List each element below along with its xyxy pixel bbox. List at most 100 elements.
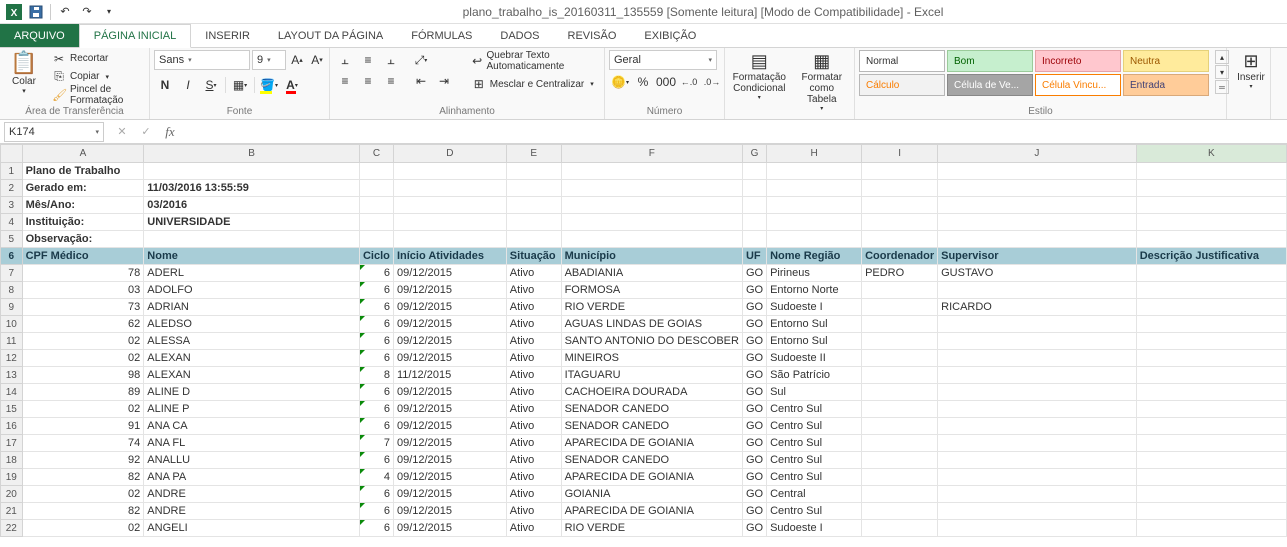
cell[interactable] [862,367,938,384]
cell[interactable] [561,163,742,180]
font-size-combo[interactable]: 9▾ [252,50,286,70]
cell[interactable]: 09/12/2015 [393,469,506,486]
row-header[interactable]: 22 [1,520,23,537]
cell[interactable]: Ativo [506,384,561,401]
cell[interactable] [938,486,1137,503]
style-cell[interactable]: Célula de Ve... [947,74,1033,96]
cell[interactable]: Supervisor [938,248,1137,265]
cell[interactable] [767,214,862,231]
cell[interactable]: ANALLU [144,452,360,469]
cell[interactable]: Sudoeste II [767,350,862,367]
row-header[interactable]: 14 [1,384,23,401]
row-header[interactable]: 21 [1,503,23,520]
cell[interactable]: 09/12/2015 [393,503,506,520]
cell[interactable] [742,197,766,214]
bold-button[interactable]: N [154,75,176,95]
cell[interactable]: GO [742,282,766,299]
row-header[interactable]: 6 [1,248,23,265]
cell[interactable]: 82 [22,469,144,486]
cell[interactable]: 6 [359,299,393,316]
cell[interactable] [862,316,938,333]
cell[interactable]: 89 [22,384,144,401]
row-header[interactable]: 1 [1,163,23,180]
cell[interactable]: Gerado em: [22,180,144,197]
row-header[interactable]: 16 [1,418,23,435]
style-cell[interactable]: Cálculo [859,74,945,96]
cell[interactable]: GO [742,503,766,520]
cell[interactable]: Ativo [506,367,561,384]
cell[interactable]: APARECIDA DE GOIANIA [561,435,742,452]
cell[interactable]: Ativo [506,350,561,367]
cell[interactable]: 02 [22,333,144,350]
cell[interactable]: GO [742,469,766,486]
cell[interactable] [506,214,561,231]
row-header[interactable]: 7 [1,265,23,282]
cell[interactable]: 4 [359,469,393,486]
tab-data[interactable]: DADOS [486,24,553,47]
undo-icon[interactable]: ↶ [55,2,75,22]
cell[interactable]: 78 [22,265,144,282]
column-header[interactable]: A [22,145,144,163]
cell[interactable]: GO [742,350,766,367]
cell[interactable] [862,401,938,418]
select-all-corner[interactable] [1,145,23,163]
cell[interactable] [862,520,938,537]
cell[interactable]: GO [742,384,766,401]
italic-button[interactable]: I [177,75,199,95]
cell[interactable]: 09/12/2015 [393,299,506,316]
percent-button[interactable]: % [632,72,654,92]
cell[interactable]: Ativo [506,452,561,469]
cell[interactable]: 09/12/2015 [393,316,506,333]
cell[interactable] [1136,486,1286,503]
cell[interactable] [742,231,766,248]
cell[interactable] [862,299,938,316]
fill-color-button[interactable]: 🪣▾ [258,75,280,95]
cell[interactable]: Ativo [506,316,561,333]
cell[interactable]: 02 [22,401,144,418]
cell[interactable] [561,214,742,231]
cell[interactable] [1136,265,1286,282]
cell[interactable]: Sudoeste I [767,520,862,537]
font-name-combo[interactable]: Sans▾ [154,50,250,70]
cell[interactable]: ALEXAN [144,367,360,384]
cell[interactable]: GO [742,265,766,282]
cell[interactable] [506,231,561,248]
excel-icon[interactable]: X [4,2,24,22]
cell[interactable]: ITAGUARU [561,367,742,384]
cell[interactable] [1136,316,1286,333]
underline-button[interactable]: S▾ [200,75,222,95]
cell[interactable] [1136,163,1286,180]
cell[interactable]: Instituição: [22,214,144,231]
cell[interactable]: RIO VERDE [561,299,742,316]
cell[interactable]: GO [742,486,766,503]
align-right-button[interactable]: ≡ [380,71,402,91]
cell[interactable]: Centro Sul [767,469,862,486]
cell[interactable]: ANGELI [144,520,360,537]
row-header[interactable]: 19 [1,469,23,486]
cell[interactable]: Entorno Sul [767,316,862,333]
cell[interactable]: 11/03/2016 13:55:59 [144,180,360,197]
cell[interactable]: 02 [22,486,144,503]
border-button[interactable]: ▦▾ [229,75,251,95]
tab-formulas[interactable]: FÓRMULAS [397,24,486,47]
cell[interactable] [506,163,561,180]
cell[interactable] [938,180,1137,197]
cell[interactable]: 09/12/2015 [393,486,506,503]
cell[interactable]: ALEDSO [144,316,360,333]
cell[interactable]: Sul [767,384,862,401]
cell[interactable]: GO [742,333,766,350]
cell[interactable]: 6 [359,316,393,333]
cell[interactable] [938,452,1137,469]
cell[interactable]: Situação [506,248,561,265]
cell[interactable] [938,333,1137,350]
cell[interactable]: ANDRE [144,486,360,503]
cell[interactable]: SENADOR CANEDO [561,401,742,418]
cell[interactable]: São Patrício [767,367,862,384]
cell[interactable]: 6 [359,418,393,435]
cell[interactable]: Pirineus [767,265,862,282]
cell[interactable] [561,197,742,214]
cell[interactable]: 6 [359,384,393,401]
name-box[interactable]: K174▾ [4,122,104,142]
cell[interactable]: 09/12/2015 [393,418,506,435]
cell[interactable] [1136,435,1286,452]
